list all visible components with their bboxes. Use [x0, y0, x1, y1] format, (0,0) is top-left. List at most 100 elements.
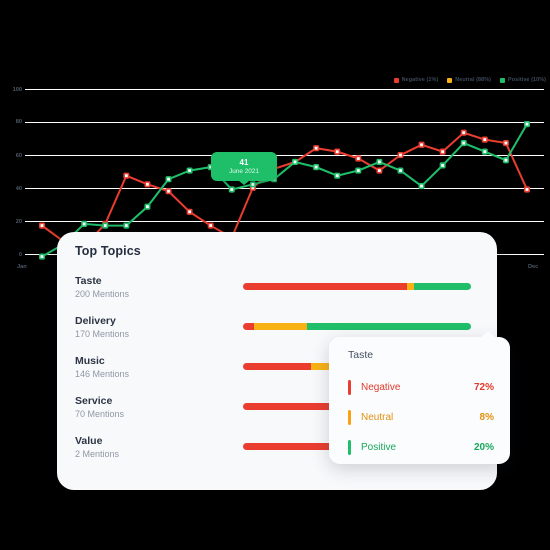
- data-point-negative[interactable]: [144, 181, 151, 188]
- topic-text: Taste 200 Mentions: [75, 274, 235, 301]
- topic-name: Music: [75, 355, 105, 367]
- sentiment-tooltip-rows: Negative 72% Neutral 8% Positive 20%: [348, 372, 494, 462]
- data-point-negative[interactable]: [165, 188, 172, 195]
- data-point-positive[interactable]: [481, 148, 488, 155]
- topic-name: Taste: [75, 275, 102, 287]
- sentiment-row: Negative 72%: [348, 372, 494, 402]
- topic-name: Value: [75, 435, 103, 447]
- data-point-negative[interactable]: [397, 151, 404, 159]
- sentiment-row: Neutral 8%: [348, 402, 494, 432]
- sentiment-percent: 72%: [473, 381, 494, 393]
- data-point-positive[interactable]: [439, 162, 446, 169]
- y-axis-tick-80: 80: [15, 119, 22, 125]
- topic-mentions: 2 Mentions: [75, 449, 120, 459]
- data-point-positive[interactable]: [228, 186, 235, 193]
- topic-text: Delivery 170 Mentions: [75, 314, 235, 341]
- data-point-positive[interactable]: [81, 220, 88, 227]
- bar-segment-pos: [306, 323, 471, 330]
- legend-swatch-negative-icon: [393, 77, 399, 83]
- topic-name: Delivery: [75, 315, 116, 327]
- data-point-positive[interactable]: [334, 172, 341, 179]
- chart-legend: Negative (1%) Neutral (88%) Positive (10…: [368, 73, 546, 87]
- chart-hover-tooltip: 41 June 2021: [211, 152, 277, 181]
- topic-text: Music 146 Mentions: [75, 354, 235, 381]
- data-point-positive[interactable]: [313, 164, 320, 171]
- sentiment-name: Negative: [361, 381, 401, 393]
- topic-mentions: 200 Mentions: [75, 289, 130, 299]
- legend-item-positive[interactable]: Positive (10%): [500, 77, 546, 83]
- data-point-positive[interactable]: [102, 222, 109, 229]
- data-point-positive[interactable]: [523, 121, 530, 128]
- data-point-positive[interactable]: [460, 139, 467, 147]
- bar-segment-neu: [254, 323, 307, 330]
- bar-segment-neg: [243, 363, 312, 370]
- bar-segment-pos: [413, 283, 471, 290]
- dashboard-screenshot: Negative (1%) Neutral (88%) Positive (10…: [0, 0, 550, 550]
- sentiment-percent: 20%: [473, 441, 494, 453]
- x-axis-tick-jan: Jan: [17, 264, 27, 270]
- data-point-positive[interactable]: [355, 167, 362, 174]
- data-point-positive[interactable]: [397, 167, 404, 174]
- topic-text: Value 2 Mentions: [75, 434, 235, 461]
- legend-item-neutral[interactable]: Neutral (88%): [447, 77, 491, 83]
- data-point-positive[interactable]: [165, 176, 172, 183]
- data-point-positive[interactable]: [123, 222, 130, 229]
- data-point-negative[interactable]: [376, 167, 383, 174]
- card-title: Top Topics: [75, 244, 141, 258]
- data-point-positive[interactable]: [186, 167, 193, 174]
- y-axis-tick-20: 20: [15, 219, 22, 225]
- sentiment-breakdown-tooltip: Taste Negative 72% Neutral 8% Positive 20%: [329, 331, 510, 464]
- sentiment-name: Neutral: [361, 411, 394, 423]
- y-axis-tick-100: 100: [12, 87, 22, 93]
- data-point-positive[interactable]: [39, 253, 46, 260]
- topic-mentions: 146 Mentions: [75, 369, 130, 379]
- y-axis-tick-60: 60: [15, 153, 22, 159]
- data-point-negative[interactable]: [355, 155, 362, 162]
- topic-row[interactable]: Taste 200 Mentions: [57, 270, 497, 310]
- positive-tick-icon: [348, 439, 351, 455]
- bar-segment-neg: [243, 283, 408, 290]
- legend-label-positive: Positive (10%): [508, 77, 546, 83]
- data-point-positive[interactable]: [249, 181, 256, 188]
- topic-sentiment-bar[interactable]: [243, 323, 471, 330]
- data-point-positive[interactable]: [418, 182, 425, 190]
- data-point-negative[interactable]: [186, 208, 193, 215]
- y-axis-tick-40: 40: [15, 186, 22, 192]
- data-point-negative[interactable]: [207, 222, 214, 229]
- sentiment-percent: 8%: [479, 411, 494, 423]
- x-axis-tick-dec: Dec: [528, 264, 539, 270]
- bar-segment-neu: [407, 283, 414, 290]
- bar-segment-neg: [243, 323, 255, 330]
- data-point-positive[interactable]: [292, 158, 299, 166]
- topic-mentions: 70 Mentions: [75, 409, 125, 419]
- legend-item-negative[interactable]: Negative (1%): [393, 77, 439, 83]
- data-point-negative[interactable]: [460, 129, 467, 136]
- data-point-negative[interactable]: [39, 222, 46, 229]
- data-point-negative[interactable]: [439, 148, 446, 155]
- topic-name: Service: [75, 395, 113, 407]
- data-point-positive[interactable]: [502, 157, 509, 164]
- tooltip-value: 41: [239, 158, 249, 167]
- data-point-positive[interactable]: [376, 158, 383, 166]
- legend-swatch-neutral-icon: [447, 77, 453, 83]
- topic-mentions: 170 Mentions: [75, 329, 130, 339]
- sentiment-name: Positive: [361, 441, 397, 453]
- y-axis-tick-0: 0: [18, 252, 22, 258]
- sentiment-tooltip-title: Taste: [348, 349, 374, 361]
- data-point-negative[interactable]: [523, 186, 530, 193]
- data-point-negative[interactable]: [502, 139, 509, 147]
- sentiment-row: Positive 20%: [348, 432, 494, 462]
- data-point-negative[interactable]: [334, 148, 341, 155]
- topic-sentiment-bar[interactable]: [243, 283, 471, 290]
- data-point-negative[interactable]: [123, 172, 130, 179]
- tooltip-date: June 2021: [229, 168, 259, 175]
- negative-tick-icon: [348, 379, 351, 395]
- neutral-tick-icon: [348, 409, 351, 425]
- legend-label-neutral: Neutral (88%): [455, 77, 492, 83]
- data-point-negative[interactable]: [418, 141, 425, 148]
- data-point-positive[interactable]: [144, 203, 151, 210]
- data-point-negative[interactable]: [313, 145, 320, 152]
- topic-text: Service 70 Mentions: [75, 394, 235, 421]
- series-line-negative: [41, 131, 528, 248]
- data-point-negative[interactable]: [481, 136, 488, 143]
